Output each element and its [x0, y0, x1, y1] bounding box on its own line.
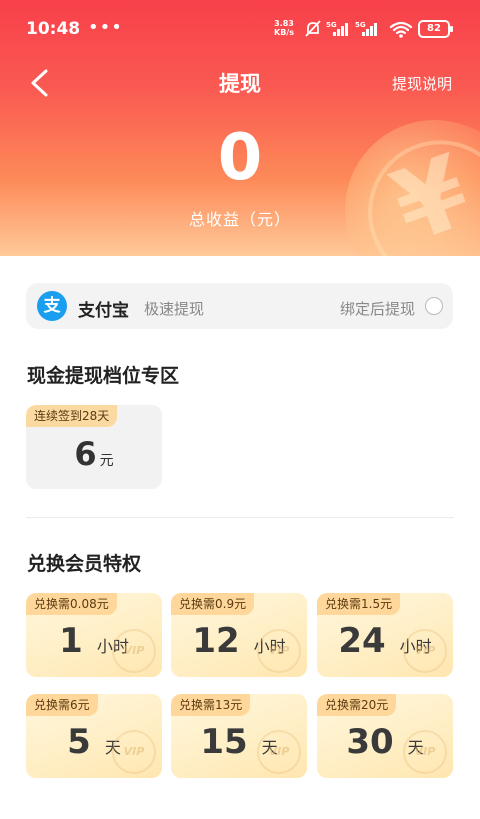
- vip-option-tag: 兑换需6元: [26, 694, 98, 716]
- withdraw-instructions-link[interactable]: 提现说明: [392, 73, 452, 94]
- signal1-label: 5G: [326, 21, 337, 29]
- header-banner: 10:48 ••• 3.83 KB/s 5G 5G 82 提现 提现说明 ¥ 0…: [0, 0, 480, 256]
- vip-option-card[interactable]: 兑换需13元 15 天 VIP: [171, 694, 307, 778]
- network-speed-unit: KB/s: [274, 28, 294, 37]
- status-time: 10:48: [26, 19, 81, 39]
- network-speed: 3.83 KB/s: [274, 19, 294, 37]
- vip-option-card[interactable]: 兑换需6元 5天 VIP: [26, 694, 162, 778]
- total-earnings-label: 总收益（元）: [188, 210, 291, 229]
- cash-option-tag: 连续签到28天: [26, 405, 118, 427]
- status-bar: 10:48 ••• 3.83 KB/s 5G 5G 82: [0, 0, 480, 60]
- vip-option-tag: 兑换需0.9元: [171, 593, 255, 615]
- vip-option-tag: 兑换需1.5元: [317, 593, 401, 615]
- radio-circle-icon[interactable]: [425, 297, 443, 315]
- vip-watermark-icon: VIP: [403, 730, 447, 774]
- more-dots-icon: •••: [88, 17, 123, 38]
- vip-option-card[interactable]: 兑换需20元 30 天 VIP: [317, 694, 453, 778]
- vip-option-card[interactable]: 兑换需1.5元 24 小时 VIP: [317, 593, 453, 677]
- vip-watermark-icon: VIP: [112, 629, 156, 673]
- vip-option-card[interactable]: 兑换需0.08元 1 小时 VIP: [26, 593, 162, 677]
- alipay-logo-icon: 支: [37, 291, 67, 321]
- vip-watermark-icon: VIP: [403, 629, 447, 673]
- alipay-method-row[interactable]: 支 支付宝 极速提现 绑定后提现: [26, 283, 453, 329]
- network-speed-value: 3.83: [274, 19, 294, 28]
- battery-indicator: 82: [418, 20, 453, 38]
- alipay-subtitle: 极速提现: [144, 300, 205, 318]
- vip-watermark-icon: VIP: [257, 730, 301, 774]
- cash-section-title: 现金提现档位专区: [27, 365, 180, 387]
- bind-to-withdraw-label: 绑定后提现: [339, 300, 415, 318]
- cash-option-value: 6元: [74, 435, 114, 473]
- vip-section-title: 兑换会员特权: [27, 553, 142, 575]
- signal2-label: 5G: [355, 21, 366, 29]
- cash-option-card[interactable]: 连续签到28天 6元: [26, 405, 162, 489]
- vip-watermark-icon: VIP: [112, 730, 156, 774]
- mute-icon: [305, 20, 321, 37]
- vip-option-tag: 兑换需0.08元: [26, 593, 117, 615]
- total-earnings-amount: 0: [217, 121, 263, 195]
- wifi-icon: [389, 21, 413, 35]
- status-icons: 5G 5G: [305, 20, 413, 38]
- vip-option-tag: 兑换需13元: [171, 694, 251, 716]
- divider: [26, 517, 454, 518]
- vip-option-card[interactable]: 兑换需0.9元 12 小时 VIP: [171, 593, 307, 677]
- alipay-name: 支付宝: [78, 301, 129, 321]
- vip-option-tag: 兑换需20元: [317, 694, 397, 716]
- vip-watermark-icon: VIP: [257, 629, 301, 673]
- wifi-dot: [399, 34, 403, 38]
